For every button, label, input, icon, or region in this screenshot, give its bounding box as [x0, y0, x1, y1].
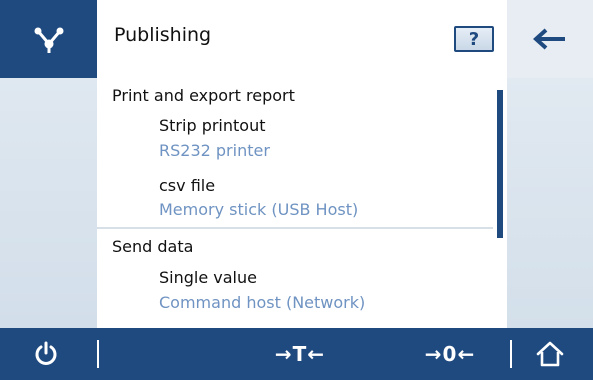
- tare-button[interactable]: →T←: [250, 338, 350, 370]
- page-title: Publishing: [114, 24, 212, 46]
- right-column: [507, 78, 593, 328]
- zero-button[interactable]: →0←: [400, 338, 500, 370]
- app-icon-button[interactable]: [0, 0, 97, 78]
- item-title: Single value: [159, 268, 257, 287]
- scrollbar-thumb[interactable]: [497, 90, 503, 238]
- bottom-toolbar: →T← →0←: [0, 328, 593, 380]
- section-divider: [97, 227, 493, 229]
- header: Publishing ?: [97, 0, 507, 78]
- item-subtitle: Command host (Network): [159, 293, 366, 312]
- item-subtitle: RS232 printer: [159, 141, 270, 160]
- tare-label: →T←: [274, 342, 326, 366]
- power-icon: [35, 341, 57, 365]
- screen: Publishing ? Print and export report Str…: [0, 0, 593, 380]
- toolbar-separator: [510, 340, 512, 368]
- home-icon: [536, 341, 564, 367]
- home-button[interactable]: [530, 338, 570, 370]
- settings-list: Print and export report Strip printout R…: [97, 78, 507, 328]
- item-subtitle: Memory stick (USB Host): [159, 200, 359, 219]
- item-title: csv file: [159, 176, 216, 195]
- zero-label: →0←: [424, 342, 476, 366]
- power-button[interactable]: [26, 338, 66, 370]
- help-button[interactable]: ?: [454, 26, 494, 52]
- section-label-send-data: Send data: [112, 237, 194, 256]
- section-label-print-export: Print and export report: [112, 86, 295, 105]
- item-title: Strip printout: [159, 116, 266, 135]
- back-button[interactable]: [507, 0, 593, 78]
- toolbar-separator: [97, 340, 99, 368]
- branch-network-icon: [34, 27, 63, 53]
- arrow-left-icon: [533, 28, 565, 50]
